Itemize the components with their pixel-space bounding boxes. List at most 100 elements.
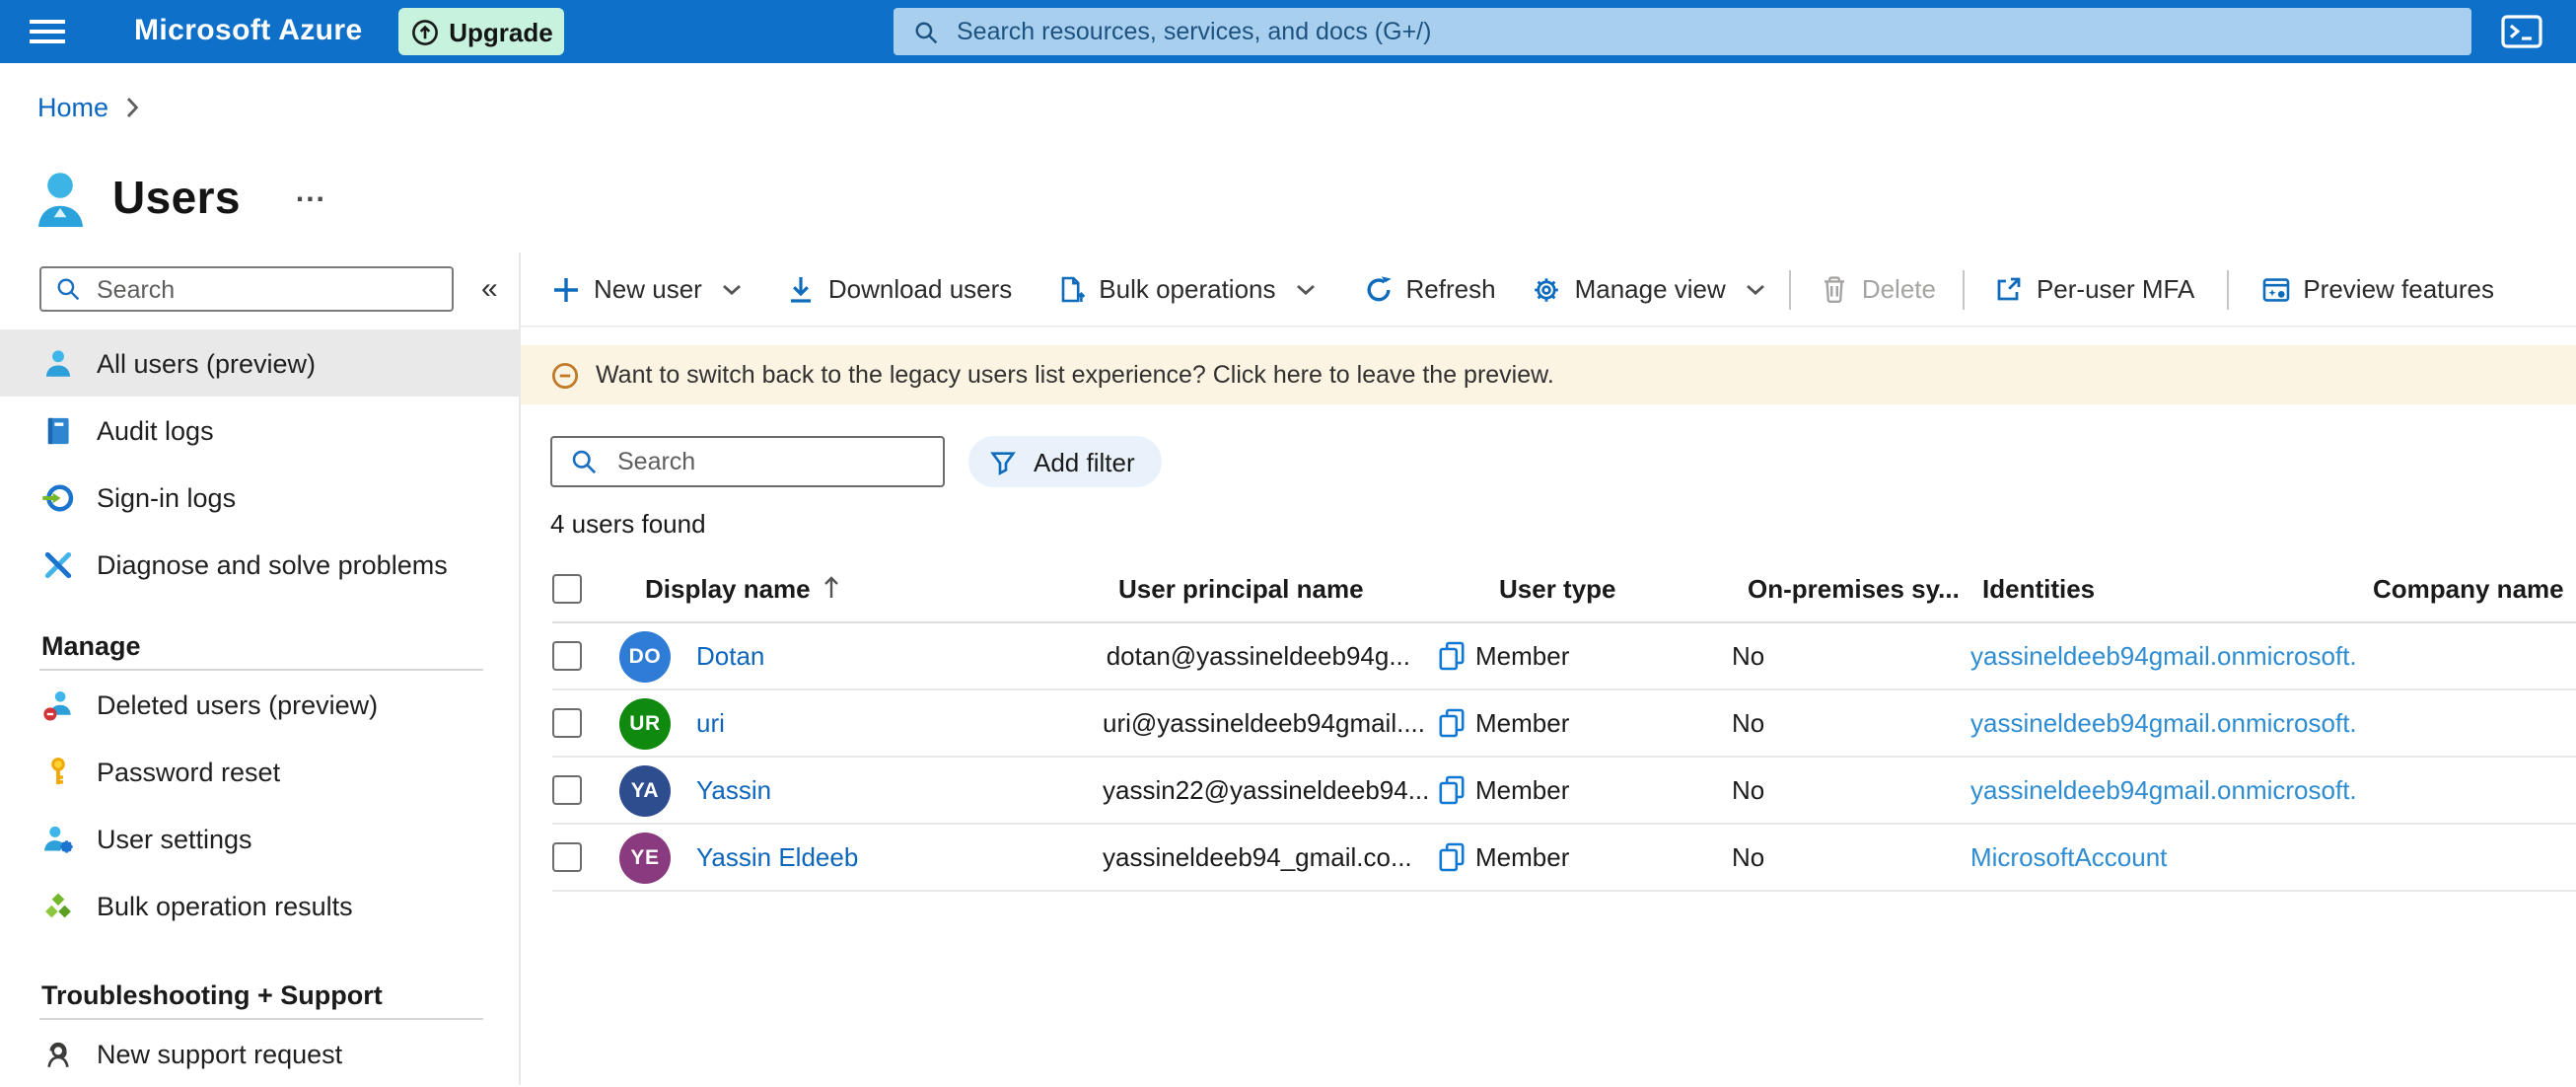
sidebar-search-input[interactable] [93,273,452,305]
upgrade-arrow-icon [409,17,439,46]
new-user-button[interactable]: New user [550,273,742,305]
delete-button[interactable]: Delete [1819,273,1936,305]
per-user-mfa-button[interactable]: Per-user MFA [1993,273,2194,305]
download-icon [785,273,817,305]
copy-icon[interactable] [1438,708,1475,738]
add-filter-button[interactable]: Add filter [968,436,1163,487]
diagnose-tools-icon [41,547,75,581]
sidebar: « All users (preview) Audit logs [0,253,521,1085]
sidebar-item-audit-logs[interactable]: Audit logs [0,397,519,464]
global-search-bar[interactable] [894,8,2471,55]
sidebar-section-manage: Manage [41,631,141,661]
sidebar-item-bulk-operation-results[interactable]: Bulk operation results [0,872,519,939]
column-header-upn[interactable]: User principal name [1103,573,1475,603]
preview-features-button[interactable]: Preview features [2259,273,2494,305]
blocked-minus-icon [550,360,580,390]
column-header-user-type[interactable]: User type [1475,573,1732,603]
filter-row: Add filter [550,436,2576,487]
hamburger-menu-icon[interactable] [30,20,65,43]
page-header: Users ... [36,142,326,256]
brand-microsoft-azure[interactable]: Microsoft Azure [134,0,363,63]
column-header-on-premises[interactable]: On-premises sy... [1732,573,1970,603]
table-row[interactable]: YE Yassin Eldeeb yassineldeeb94_gmail.co… [552,825,2576,892]
sign-in-logs-icon [41,480,75,514]
column-header-display-name[interactable]: Display name [619,573,1103,603]
audit-logs-icon [41,413,75,447]
avatar: UR [619,697,671,749]
user-settings-icon [41,822,75,855]
avatar: YE [619,832,671,883]
sidebar-item-user-settings[interactable]: User settings [0,805,519,872]
bulk-operations-icon [1055,273,1087,305]
download-users-button[interactable]: Download users [785,273,1012,305]
sidebar-search-box[interactable] [39,266,454,312]
list-search-box[interactable] [550,436,945,487]
on-premises-sync: No [1732,641,1765,671]
row-checkbox[interactable] [552,775,582,805]
copy-icon[interactable] [1438,641,1475,671]
gear-icon [1532,273,1563,305]
table-row[interactable]: YA Yassin yassin22@yassineldeeb94... Mem… [552,758,2576,825]
bulk-operations-button[interactable]: Bulk operations [1055,273,1315,305]
identities-link[interactable]: yassineldeeb94gmail.onmicrosoft. [1970,775,2367,805]
column-header-identities[interactable]: Identities [1970,573,2367,603]
table-row[interactable]: UR uri uri@yassineldeeb94gmail.... Membe… [552,690,2576,758]
user-name-link[interactable]: uri [696,708,725,738]
search-icon [55,276,81,302]
sidebar-item-diagnose[interactable]: Diagnose and solve problems [0,531,519,598]
trash-icon [1819,273,1850,305]
cloud-shell-icon[interactable] [2501,14,2542,49]
external-link-icon [1993,273,2025,305]
user-name-link[interactable]: Yassin [696,775,771,805]
sidebar-item-password-reset[interactable]: Password reset [0,738,519,805]
refresh-button[interactable]: Refresh [1363,273,1496,305]
row-checkbox[interactable] [552,641,582,671]
row-checkbox[interactable] [552,708,582,738]
sidebar-item-all-users[interactable]: All users (preview) [0,329,519,397]
sidebar-item-sign-in-logs[interactable]: Sign-in logs [0,464,519,531]
page-overflow-menu[interactable]: ... [296,177,326,210]
select-all-checkbox[interactable] [552,573,582,603]
azure-portal-window: Microsoft Azure Upgrade Home Users ... [0,0,2576,1085]
support-headset-icon [41,1037,75,1070]
user-name-link[interactable]: Yassin Eldeeb [696,842,858,872]
table-header: Display name User principal name User ty… [552,554,2576,623]
identities-link[interactable]: yassineldeeb94gmail.onmicrosoft. [1970,708,2367,738]
global-search-input[interactable] [953,16,2471,47]
table-row[interactable]: DO Dotan dotan@yassineldeeb94g... Member… [552,623,2576,690]
sidebar-section-support: Troubleshooting + Support [41,980,383,1010]
main-content: New user Download users Bulk operations [521,253,2576,1085]
copy-icon[interactable] [1438,842,1475,872]
sidebar-item-new-support-request[interactable]: New support request [0,1020,519,1087]
on-premises-sync: No [1732,708,1765,738]
column-header-company-name[interactable]: Company name [2367,573,2576,603]
chevron-down-icon [1746,283,1765,295]
page-title: Users [112,172,241,224]
user-principal-name: dotan@yassineldeeb94g... [1106,641,1410,671]
list-search-input[interactable] [613,446,943,477]
filter-funnel-icon [988,447,1018,476]
plus-icon [550,273,582,305]
chevron-down-icon [1296,283,1316,295]
manage-view-button[interactable]: Manage view [1532,273,1765,305]
toolbar-divider [1788,269,1791,309]
user-principal-name: yassin22@yassineldeeb94... [1103,775,1430,805]
user-name-link[interactable]: Dotan [696,641,764,671]
upgrade-button[interactable]: Upgrade [398,8,564,55]
identities-link[interactable]: yassineldeeb94gmail.onmicrosoft. [1970,641,2367,671]
sidebar-item-deleted-users[interactable]: Deleted users (preview) [0,671,519,738]
sidebar-collapse-button[interactable]: « [481,272,498,306]
row-checkbox[interactable] [552,842,582,872]
user-principal-name: yassineldeeb94_gmail.co... [1103,842,1412,872]
user-type: Member [1475,641,1570,671]
user-type: Member [1475,775,1570,805]
identities-link[interactable]: MicrosoftAccount [1970,842,2367,872]
user-type: Member [1475,842,1570,872]
copy-icon[interactable] [1438,775,1475,805]
user-principal-name: uri@yassineldeeb94gmail.... [1103,708,1426,738]
chevron-down-icon [722,283,742,295]
search-icon [913,19,939,44]
banner-message[interactable]: Want to switch back to the legacy users … [596,361,1554,389]
on-premises-sync: No [1732,842,1765,872]
breadcrumb-home-link[interactable]: Home [37,93,108,122]
